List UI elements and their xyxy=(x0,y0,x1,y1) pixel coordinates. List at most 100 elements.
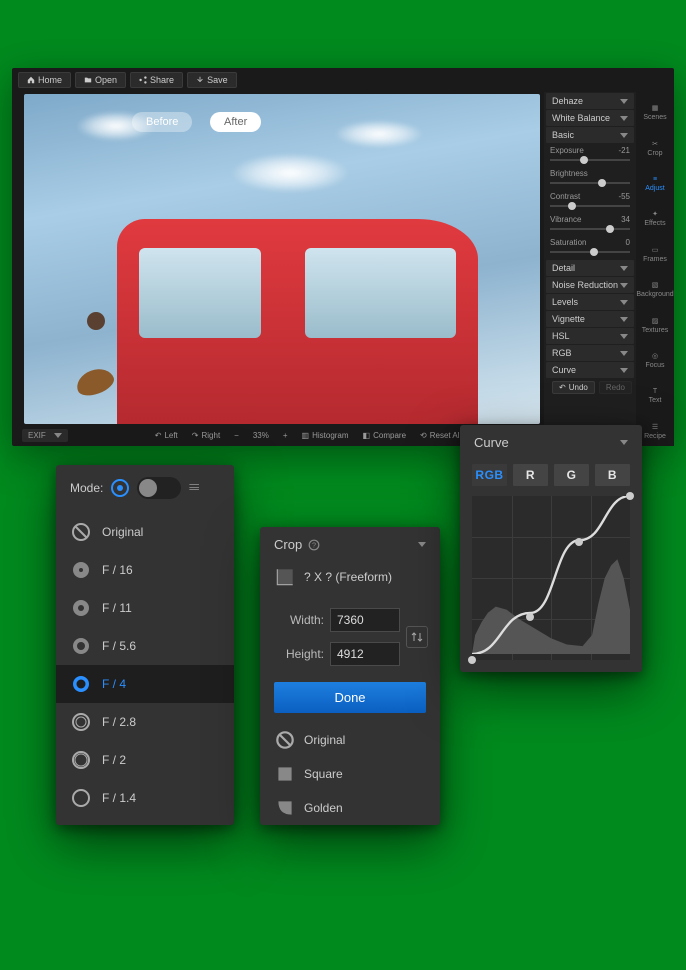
compare-button[interactable]: ◧ Compare xyxy=(363,431,406,440)
background-icon: ▧ xyxy=(652,281,659,289)
aperture-preset[interactable]: F / 1.4 xyxy=(56,779,234,817)
tool-recipe[interactable]: ☰Recipe xyxy=(640,417,670,446)
textures-icon: ▨ xyxy=(652,317,659,325)
adjust-section-basic[interactable]: Basic xyxy=(546,127,634,143)
tool-frames[interactable]: ▭Frames xyxy=(640,240,670,269)
swap-dimensions-button[interactable] xyxy=(406,626,428,648)
tool-background[interactable]: ▧Background xyxy=(640,275,670,304)
done-button[interactable]: Done xyxy=(274,682,426,713)
redo-button[interactable]: Redo xyxy=(599,381,632,394)
adjust-section-rgb[interactable]: RGB xyxy=(546,345,634,361)
curve-graph[interactable] xyxy=(472,496,630,660)
freeform-label[interactable]: ? X ? (Freeform) xyxy=(304,570,392,584)
curve-tab-b[interactable]: B xyxy=(595,464,630,486)
aperture-preset[interactable]: F / 4 xyxy=(56,665,234,703)
crop-icon: ✂ xyxy=(652,140,658,148)
open-button[interactable]: Open xyxy=(75,72,126,88)
curve-point[interactable] xyxy=(626,492,634,500)
width-input[interactable] xyxy=(330,608,400,632)
slider-contrast[interactable]: Contrast-55 xyxy=(544,190,636,213)
rotate-left-button[interactable]: ↶ Left xyxy=(155,431,178,440)
share-button[interactable]: Share xyxy=(130,72,183,88)
aperture-preset[interactable]: F / 11 xyxy=(56,589,234,627)
top-toolbar: Home Open Share Save xyxy=(12,68,674,92)
aperture-icon xyxy=(70,673,92,695)
aperture-preset[interactable]: F / 5.6 xyxy=(56,627,234,665)
crop-preset-square[interactable]: Square xyxy=(260,757,440,791)
canvas-area: Before After EXIF ↶ Left ↷ Right − 33% +… xyxy=(12,92,544,446)
histogram-button[interactable]: ▥ Histogram xyxy=(302,431,349,440)
adjust-section-detail[interactable]: Detail xyxy=(546,260,634,276)
home-button[interactable]: Home xyxy=(18,72,71,88)
tool-adjust[interactable]: ≡Adjust xyxy=(640,169,670,198)
mode-ring-icon[interactable] xyxy=(111,479,129,497)
slider-brightness[interactable]: Brightness xyxy=(544,167,636,190)
adjust-section-noise reduction[interactable]: Noise Reduction xyxy=(546,277,634,293)
undo-button[interactable]: ↶ Undo xyxy=(552,381,595,394)
width-label: Width: xyxy=(274,613,324,627)
tool-textures[interactable]: ▨Textures xyxy=(640,310,670,339)
scenes-icon: ▦ xyxy=(652,104,659,112)
adjust-section-white balance[interactable]: White Balance xyxy=(546,110,634,126)
mode-panel: Mode: 𝄘 OriginalF / 16F / 11F / 5.6F / 4… xyxy=(56,465,234,825)
curve-tab-g[interactable]: G xyxy=(554,464,589,486)
aperture-preset[interactable]: F / 2 xyxy=(56,741,234,779)
bars-icon[interactable]: 𝄘 xyxy=(189,481,199,496)
adjust-section-curve[interactable]: Curve xyxy=(546,362,634,378)
square-icon xyxy=(274,763,296,785)
adjust-section-vignette[interactable]: Vignette xyxy=(546,311,634,327)
crop-preset-golden[interactable]: Golden xyxy=(260,791,440,825)
aperture-icon xyxy=(70,635,92,657)
zoom-out-button[interactable]: − xyxy=(234,431,239,440)
help-icon[interactable]: ? xyxy=(308,539,320,551)
freeform-icon xyxy=(274,566,296,588)
adjust-section-dehaze[interactable]: Dehaze xyxy=(546,93,634,109)
height-input[interactable] xyxy=(330,642,400,666)
save-button[interactable]: Save xyxy=(187,72,237,88)
after-label: After xyxy=(210,112,261,132)
original-icon xyxy=(274,729,296,751)
curve-point[interactable] xyxy=(468,656,476,664)
tool-focus[interactable]: ◎Focus xyxy=(640,346,670,375)
tool-text[interactable]: TText xyxy=(640,381,670,410)
exif-dropdown[interactable]: EXIF xyxy=(22,429,68,442)
crop-title: Crop xyxy=(274,537,302,552)
collapse-icon[interactable] xyxy=(418,542,426,547)
recipe-icon: ☰ xyxy=(652,423,658,431)
curve-point[interactable] xyxy=(526,613,534,621)
aperture-icon xyxy=(70,711,92,733)
svg-text:?: ? xyxy=(312,540,316,549)
slider-exposure[interactable]: Exposure-21 xyxy=(544,144,636,167)
zoom-level[interactable]: 33% xyxy=(253,431,269,440)
text-icon: T xyxy=(653,388,657,395)
reset-all-button[interactable]: ⟲ Reset All xyxy=(420,431,461,440)
crop-preset-original[interactable]: Original xyxy=(260,723,440,757)
collapse-icon[interactable] xyxy=(620,440,628,445)
rotate-right-button[interactable]: ↷ Right xyxy=(192,431,220,440)
effects-icon: ✦ xyxy=(652,210,658,218)
curve-tab-r[interactable]: R xyxy=(513,464,548,486)
aperture-preset[interactable]: F / 16 xyxy=(56,551,234,589)
adjust-sidebar: DehazeWhite BalanceBasic Exposure-21Brig… xyxy=(544,92,636,446)
aperture-icon xyxy=(70,749,92,771)
adjust-section-hsl[interactable]: HSL xyxy=(546,328,634,344)
aperture-preset[interactable]: Original xyxy=(56,513,234,551)
curve-tab-rgb[interactable]: RGB xyxy=(472,464,507,486)
slider-saturation[interactable]: Saturation0 xyxy=(544,236,636,259)
adjust-section-levels[interactable]: Levels xyxy=(546,294,634,310)
mode-toggle[interactable] xyxy=(137,477,181,499)
tool-crop[interactable]: ✂Crop xyxy=(640,133,670,162)
adjust-icon: ≡ xyxy=(653,176,657,183)
crop-panel: Crop ? ? X ? (Freeform) Width: Height: D… xyxy=(260,527,440,825)
tool-effects[interactable]: ✦Effects xyxy=(640,204,670,233)
photo-preview[interactable]: Before After xyxy=(24,94,540,424)
curve-point[interactable] xyxy=(575,538,583,546)
curve-title: Curve xyxy=(474,435,509,450)
zoom-in-button[interactable]: + xyxy=(283,431,288,440)
photo-editor-window: Home Open Share Save Before After EXIF ↶ xyxy=(12,68,674,446)
curve-panel: Curve RGB RGB xyxy=(460,425,642,672)
tool-scenes[interactable]: ▦Scenes xyxy=(640,98,670,127)
slider-vibrance[interactable]: Vibrance34 xyxy=(544,213,636,236)
aperture-preset[interactable]: F / 2.8 xyxy=(56,703,234,741)
before-label: Before xyxy=(132,112,192,132)
